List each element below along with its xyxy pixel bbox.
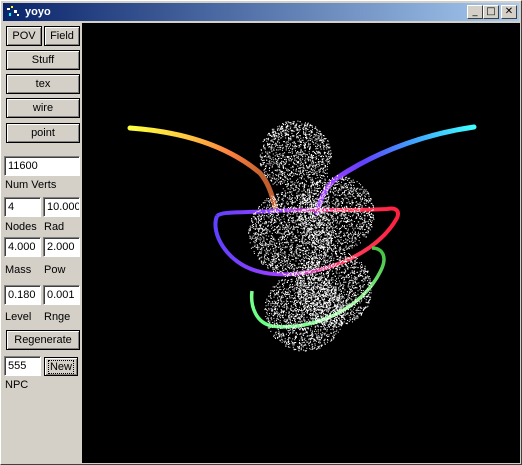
close-button[interactable]: ✕ — [501, 5, 517, 19]
pov-button-label: POV — [12, 30, 36, 42]
right-tendril — [314, 124, 477, 216]
wire-button[interactable]: wire — [6, 98, 80, 118]
minimize-icon: _ — [472, 6, 478, 17]
rad-field[interactable]: 10.000 — [43, 197, 80, 217]
regenerate-button[interactable]: Regenerate — [6, 330, 80, 350]
particle-scene — [127, 120, 477, 352]
num-verts-label: Num Verts — [5, 179, 57, 191]
maximize-button[interactable]: □ — [483, 5, 499, 19]
point-button[interactable]: point — [6, 123, 80, 143]
level-field[interactable]: 0.180 — [4, 285, 41, 305]
app-icon[interactable] — [6, 5, 22, 19]
control-panel: POV Field Stuff tex wire point 11600 Num… — [3, 23, 82, 463]
num-verts-field[interactable]: 11600 — [4, 156, 80, 176]
npc-label: NPC — [5, 379, 29, 391]
mass-label: Mass — [5, 264, 32, 276]
point-button-label: point — [31, 127, 55, 139]
pow-label: Pow — [44, 264, 66, 276]
field-button[interactable]: Field — [44, 26, 80, 46]
npc-field[interactable]: 555 — [4, 356, 41, 376]
new-button[interactable]: New — [44, 357, 78, 376]
nodes-field[interactable]: 4 — [4, 197, 41, 217]
regenerate-button-label: Regenerate — [14, 334, 72, 346]
render-viewport[interactable] — [82, 23, 520, 463]
level-label: Level — [5, 311, 32, 323]
window-controls: _ □ ✕ — [467, 5, 517, 19]
rnge-field[interactable]: 0.001 — [43, 285, 80, 305]
maximize-icon: □ — [486, 6, 496, 17]
tex-button[interactable]: tex — [6, 74, 80, 94]
pov-button[interactable]: POV — [6, 26, 42, 46]
title-bar[interactable]: yoyo _ □ ✕ — [3, 3, 519, 21]
tex-button-label: tex — [35, 78, 51, 90]
field-button-label: Field — [50, 30, 74, 42]
pow-field[interactable]: 2.000 — [43, 237, 80, 257]
point-cloud — [248, 120, 375, 352]
rnge-label: Rnge — [44, 311, 71, 323]
close-icon: ✕ — [504, 6, 514, 17]
stuff-button-label: Stuff — [31, 54, 55, 66]
sphere-points — [248, 120, 375, 352]
minimize-button[interactable]: _ — [467, 5, 483, 19]
left-tendril — [127, 125, 278, 211]
stuff-button[interactable]: Stuff — [6, 50, 80, 70]
nodes-label: Nodes — [5, 221, 37, 233]
mass-field[interactable]: 4.000 — [4, 237, 41, 257]
app-window: yoyo _ □ ✕ POV Field Stuff tex wire poin… — [0, 0, 522, 465]
wire-button-label: wire — [32, 102, 54, 114]
window-title: yoyo — [25, 6, 51, 18]
new-button-label: New — [47, 359, 75, 374]
rad-label: Rad — [44, 221, 65, 233]
